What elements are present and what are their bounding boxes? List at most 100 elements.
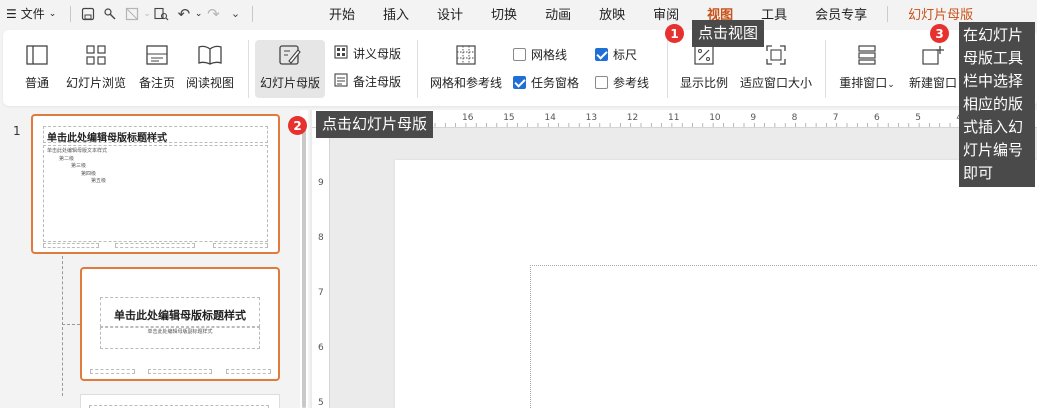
ruler-tick-label: 15 <box>503 113 515 123</box>
save-icon[interactable] <box>77 3 99 25</box>
tab-slideshow[interactable]: 放映 <box>585 0 639 27</box>
tab-insert[interactable]: 插入 <box>369 0 423 27</box>
handout-master-button[interactable]: 讲义母版 <box>334 45 401 62</box>
layout-thumbnail-partial[interactable] <box>80 394 280 408</box>
task-pane-check[interactable] <box>513 76 526 89</box>
reading-view-label: 阅读视图 <box>185 76 234 90</box>
ruler-tick-label: 6 <box>874 113 880 123</box>
quick-access: ☰ 文件 ⌄ ⌄ ↶ ⌄ ↷ ⌄ <box>0 0 259 27</box>
step2-callout: 点击幻灯片母版 <box>316 111 434 138</box>
master-footer-number <box>213 243 268 248</box>
slide-sorter-label: 幻灯片浏览 <box>65 76 126 90</box>
thumbnail-scrollbar[interactable] <box>302 125 306 408</box>
master-body-text: 单击此处编辑母版文本样式 第二级 第三级 第四级 第五级 <box>47 148 107 186</box>
tab-review[interactable]: 审阅 <box>639 0 693 27</box>
gridlines-check[interactable] <box>513 48 526 61</box>
divider <box>825 40 826 98</box>
notes-master-button[interactable]: 备注母版 <box>334 73 401 90</box>
arrange-window-button[interactable]: 重排窗口⌄ <box>837 30 897 91</box>
ruler-tick-label: 5 <box>318 398 324 408</box>
step3-callout: 在幻灯片母版工具栏中选择相应的版式插入幻灯片编号即可 <box>959 22 1035 187</box>
new-window-icon <box>920 42 946 68</box>
task-pane-label: 任务窗格 <box>531 76 580 90</box>
slide-master-button[interactable]: 幻灯片母版 <box>255 40 325 98</box>
ruler-tick-label: 11 <box>668 113 680 123</box>
layout-footer-date <box>90 369 135 374</box>
slide-number: 1 <box>13 124 21 138</box>
divider <box>248 40 249 98</box>
notes-page-button[interactable]: 备注页 <box>137 30 177 91</box>
tab-transitions[interactable]: 切换 <box>477 0 531 27</box>
book-icon <box>197 42 223 68</box>
ruler-tick-label: 6 <box>318 343 324 353</box>
master-footer-date <box>43 243 99 248</box>
find-replace-icon[interactable] <box>151 3 173 25</box>
ruler-checkbox[interactable]: 标尺 <box>595 46 637 63</box>
ruler-tick-label: 7 <box>832 113 839 123</box>
chevron-down-icon[interactable]: ⌄ <box>143 9 151 19</box>
notes-master-label: 备注母版 <box>353 75 402 89</box>
grid-guides-button[interactable]: 网格和参考线 <box>429 30 503 91</box>
ruler-label: 标尺 <box>613 48 638 62</box>
tab-member[interactable]: 会员专享 <box>801 0 881 27</box>
ruler-tick-label: 16 <box>462 113 474 123</box>
print-icon[interactable] <box>121 3 143 25</box>
undo-icon[interactable]: ↶ <box>173 3 195 25</box>
divider <box>667 40 668 98</box>
chevron-down-icon[interactable]: ⌄ <box>195 9 203 19</box>
tab-design[interactable]: 设计 <box>423 0 477 27</box>
ruler-tick-label: 10 <box>709 113 721 123</box>
slide-master-label: 幻灯片母版 <box>259 76 320 90</box>
guides-label: 参考线 <box>613 76 650 90</box>
slide-thumbnail-pane: 1 单击此处编辑母版标题样式 单击此处编辑母版文本样式 第二级 第三级 第四级 … <box>0 110 300 408</box>
slide-master-icon <box>277 42 303 68</box>
hamburger-icon: ☰ <box>6 6 17 21</box>
tree-connector <box>62 324 80 325</box>
layout-footer-center <box>148 369 212 374</box>
menu-bar: ☰ 文件 ⌄ ⌄ ↶ ⌄ ↷ ⌄ 开始 插入 设计 切换 动画 放映 审阅 视图… <box>0 0 1037 27</box>
tab-home[interactable]: 开始 <box>315 0 369 27</box>
fit-window-label: 适应窗口大小 <box>739 76 812 90</box>
reading-view-button[interactable]: 阅读视图 <box>185 30 235 91</box>
ruler-check[interactable] <box>595 48 608 61</box>
ruler-tick-label: 14 <box>544 113 556 123</box>
new-window-label: 新建窗口 <box>908 76 957 90</box>
handout-master-label: 讲义母版 <box>353 47 402 61</box>
divider <box>887 5 889 22</box>
zoom-label: 显示比例 <box>679 76 728 90</box>
redo-icon[interactable]: ↷ <box>202 3 224 25</box>
ruler-tick-label: 5 <box>915 113 921 123</box>
tree-connector <box>62 256 63 396</box>
master-footer-center <box>115 243 195 248</box>
step1-callout: 点击视图 <box>692 20 765 47</box>
master-title-box <box>43 126 268 143</box>
ruler-tick-label: 12 <box>626 113 639 123</box>
step3-badge: 3 <box>930 24 949 43</box>
title-layout-thumbnail[interactable]: 单击此处编辑母版标题样式 单击此处编辑母版副标题样式 <box>80 267 280 381</box>
task-pane-checkbox[interactable]: 任务窗格 <box>513 74 579 91</box>
guides-check[interactable] <box>595 76 608 89</box>
ruler-tick-label: 9 <box>318 178 324 188</box>
normal-view-label: 普通 <box>24 76 49 90</box>
ruler-tick-label: 8 <box>318 233 324 243</box>
guides-checkbox[interactable]: 参考线 <box>595 74 649 91</box>
format-painter-icon[interactable] <box>99 3 121 25</box>
layout-title-text: 单击此处编辑母版标题样式 <box>114 309 246 322</box>
vertical-ruler: 9 8 7 6 5 <box>312 128 330 408</box>
tab-animations[interactable]: 动画 <box>531 0 585 27</box>
more-chevron-icon[interactable]: ⌄ <box>224 3 246 25</box>
arrange-icon <box>854 42 880 68</box>
normal-view-button[interactable]: 普通 <box>23 30 51 91</box>
ruler-tick-label: 9 <box>750 113 757 123</box>
slide-sorter-button[interactable]: 幻灯片浏览 <box>65 30 127 91</box>
gridlines-checkbox[interactable]: 网格线 <box>513 46 567 63</box>
layout-footer-number <box>226 369 271 374</box>
file-menu-button[interactable]: ☰ 文件 ⌄ <box>6 5 56 22</box>
gridlines-label: 网格线 <box>531 48 568 62</box>
master-slide-thumbnail[interactable]: 单击此处编辑母版标题样式 单击此处编辑母版文本样式 第二级 第三级 第四级 第五… <box>31 114 280 254</box>
file-menu-label: 文件 <box>20 7 45 21</box>
ruler-tick-label: 13 <box>585 113 598 123</box>
view-ribbon: 普通 幻灯片浏览 备注页 阅读视图 幻灯片母版 讲义母版 备注母版 网格和参考线… <box>3 30 1037 106</box>
chevron-down-icon: ⌄ <box>48 8 57 19</box>
grid-guides-label: 网格和参考线 <box>429 76 502 90</box>
